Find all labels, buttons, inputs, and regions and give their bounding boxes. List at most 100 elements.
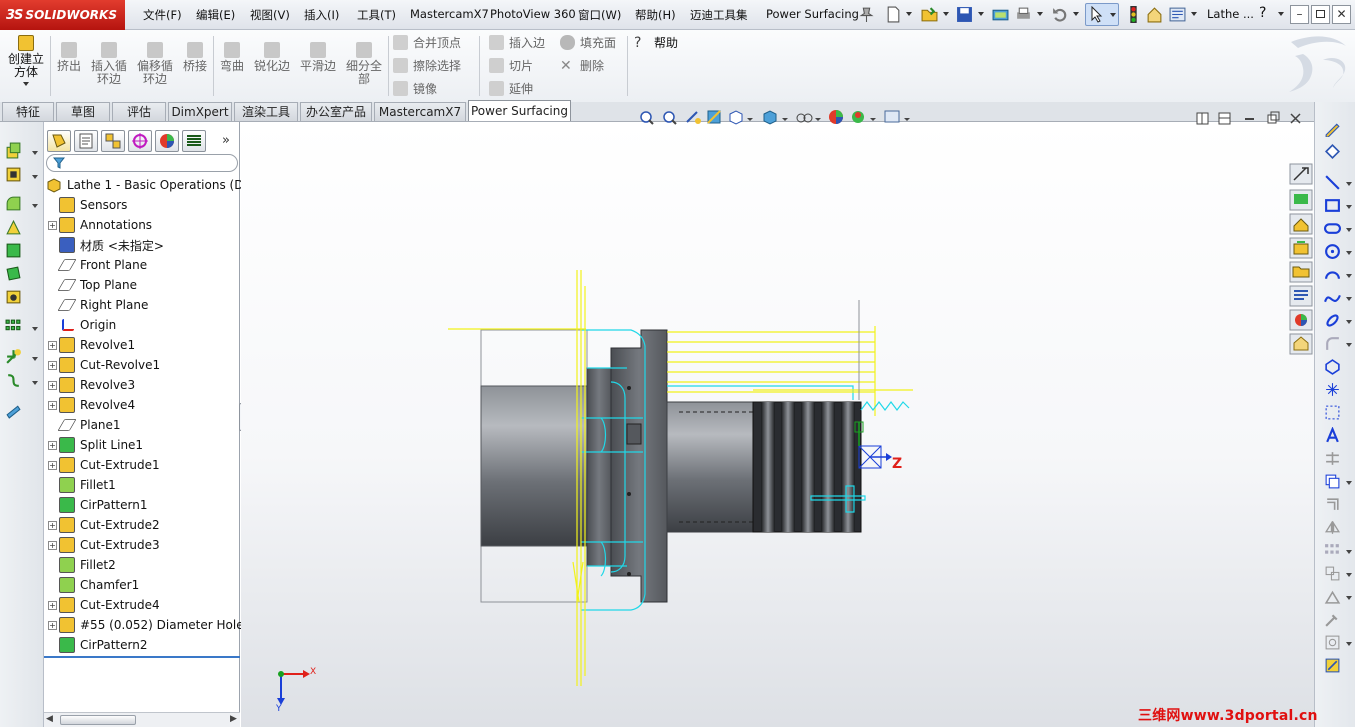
circle-icon[interactable] <box>1324 243 1341 260</box>
chevron-down-icon[interactable] <box>1073 12 1079 16</box>
chevron-down-icon[interactable] <box>1346 297 1352 301</box>
scroll-thumb[interactable] <box>60 715 136 725</box>
centerline-icon[interactable] <box>1324 404 1341 421</box>
hole-wizard-icon[interactable] <box>5 288 22 305</box>
tree-item[interactable]: Chamfer1 <box>48 575 139 595</box>
expand-icon[interactable]: + <box>48 520 57 530</box>
chevron-down-icon[interactable] <box>943 12 949 16</box>
tab-power-surfacing[interactable]: Power Surfacing <box>468 100 571 121</box>
smooth-edge-button[interactable]: 平滑边 <box>297 42 339 73</box>
insert-edge-button[interactable]: 插入边 <box>489 34 545 51</box>
tree-item[interactable]: + Cut-Extrude3 <box>48 535 160 555</box>
sketch-icon[interactable] <box>1324 120 1341 137</box>
chevron-down-icon[interactable] <box>1346 481 1352 485</box>
rebuild-icon[interactable] <box>992 6 1009 23</box>
text-icon[interactable] <box>1324 427 1341 444</box>
extend-button[interactable]: 延伸 <box>489 80 533 97</box>
camworks-tab[interactable] <box>182 130 206 152</box>
chevron-down-icon[interactable] <box>1346 228 1352 232</box>
chevron-down-icon[interactable] <box>32 327 38 331</box>
fillet-sketch-icon[interactable] <box>1324 335 1341 352</box>
menu-maidi[interactable]: 迈迪工具集 <box>690 7 748 23</box>
chevron-down-icon[interactable] <box>1346 573 1352 577</box>
model-view[interactable] <box>241 122 1314 727</box>
traffic-light-icon[interactable] <box>1125 6 1142 23</box>
tree-item[interactable]: 材质 <未指定> <box>48 235 164 255</box>
rib-icon[interactable] <box>5 219 22 236</box>
minimize-button[interactable]: – <box>1290 5 1309 24</box>
chevron-down-icon[interactable] <box>906 12 912 16</box>
fillet-icon[interactable] <box>5 195 22 212</box>
tree-item[interactable]: + Cut-Extrude2 <box>48 515 160 535</box>
sharpen-edge-button[interactable]: 锐化边 <box>251 42 293 73</box>
help-question-icon[interactable]: ? <box>1259 5 1266 21</box>
chevron-down-icon[interactable] <box>978 12 984 16</box>
tree-item[interactable]: + #55 (0.052) Diameter Hole <box>48 615 244 635</box>
expand-icon[interactable]: + <box>48 380 57 390</box>
horizontal-scrollbar[interactable]: ◀ ▶ <box>44 712 240 727</box>
tree-root[interactable]: Lathe 1 - Basic Operations (D <box>46 175 243 195</box>
merge-vertex-button[interactable]: 合并顶点 <box>393 34 461 51</box>
graphics-area[interactable]: Z X Y <box>241 110 1314 727</box>
tree-item[interactable]: Plane1 <box>48 415 121 435</box>
tree-item[interactable]: + Annotations <box>48 215 152 235</box>
chevron-down-icon[interactable] <box>1346 182 1352 186</box>
tree-item[interactable]: Front Plane <box>48 255 147 275</box>
line-icon[interactable] <box>1324 174 1341 191</box>
tree-item[interactable]: + Revolve3 <box>48 375 135 395</box>
undo-icon[interactable] <box>1051 6 1068 23</box>
chevron-down-icon[interactable] <box>1191 12 1197 16</box>
create-box-button[interactable]: 创建立 方体 <box>6 35 46 86</box>
options-icon[interactable] <box>1169 6 1186 23</box>
expand-icon[interactable]: + <box>48 440 57 450</box>
display-relations-icon[interactable] <box>1324 588 1341 605</box>
rollback-bar[interactable] <box>44 656 240 658</box>
expand-icon[interactable]: + <box>48 360 57 370</box>
tab-features[interactable]: 特征 <box>2 102 54 121</box>
chevron-down-icon[interactable] <box>1346 274 1352 278</box>
configurationmanager-tab[interactable] <box>101 130 125 152</box>
chevron-down-icon[interactable] <box>32 204 38 208</box>
expand-icon[interactable]: + <box>48 600 57 610</box>
expand-icon[interactable]: + <box>48 220 57 230</box>
chevron-down-icon[interactable] <box>32 357 38 361</box>
select-tool-button[interactable] <box>1085 3 1119 26</box>
tree-item[interactable]: + Revolve1 <box>48 335 135 355</box>
tree-item[interactable]: Top Plane <box>48 275 137 295</box>
menu-help[interactable]: 帮助(H) <box>635 7 676 23</box>
new-document-icon[interactable] <box>885 6 902 23</box>
tree-item[interactable]: CirPattern1 <box>48 495 147 515</box>
extrude-button[interactable]: 挤出 <box>54 42 84 73</box>
menu-file[interactable]: 文件(F) <box>143 7 182 23</box>
pin-icon[interactable] <box>858 6 875 23</box>
more-tabs-icon[interactable]: » <box>222 133 230 148</box>
save-icon[interactable] <box>956 6 973 23</box>
arc-icon[interactable] <box>1324 266 1341 283</box>
featuremanager-tab[interactable] <box>47 130 71 152</box>
rapid-sketch-icon[interactable] <box>1324 657 1341 674</box>
scroll-left-icon[interactable]: ◀ <box>46 714 53 724</box>
chevron-down-icon[interactable] <box>1346 550 1352 554</box>
tree-item[interactable]: Fillet1 <box>48 475 116 495</box>
tree-item[interactable]: CirPattern2 <box>48 635 147 655</box>
spline-icon[interactable] <box>1324 289 1341 306</box>
menu-photoview[interactable]: PhotoView 360 <box>490 7 576 21</box>
slot-icon[interactable] <box>1324 220 1341 237</box>
tab-evaluate[interactable]: 评估 <box>112 102 166 121</box>
draft-icon[interactable] <box>5 265 22 282</box>
tab-dimxpert[interactable]: DimXpert <box>168 102 232 121</box>
chevron-down-icon[interactable] <box>1037 12 1043 16</box>
scroll-right-icon[interactable]: ▶ <box>230 714 237 724</box>
shell-icon[interactable] <box>5 242 22 259</box>
menu-edit[interactable]: 编辑(E) <box>196 7 235 23</box>
chevron-down-icon[interactable] <box>32 381 38 385</box>
bridge-button[interactable]: 桥接 <box>180 42 210 73</box>
tree-item[interactable]: Right Plane <box>48 295 148 315</box>
offset-entities-icon[interactable] <box>1324 496 1341 513</box>
delete-button[interactable]: ✕ 删除 <box>560 57 604 74</box>
expand-icon[interactable]: + <box>48 460 57 470</box>
chevron-down-icon[interactable] <box>1346 205 1352 209</box>
linear-sketch-pattern-icon[interactable] <box>1324 542 1341 559</box>
smart-dimension-icon[interactable] <box>1324 143 1341 160</box>
trim-entities-icon[interactable] <box>1324 450 1341 467</box>
